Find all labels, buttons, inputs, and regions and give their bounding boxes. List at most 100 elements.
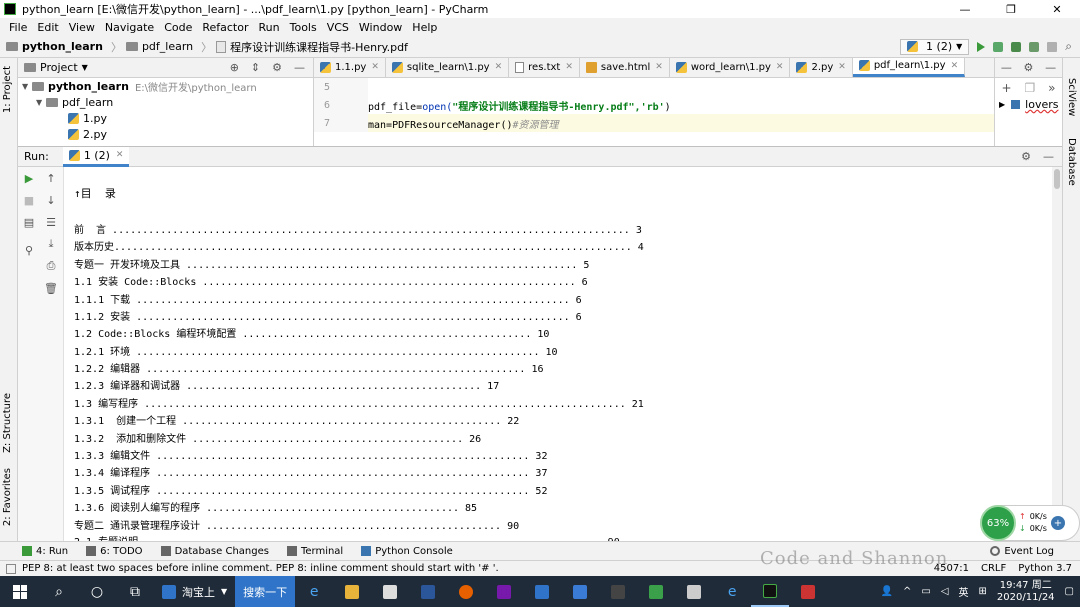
- console-scrollbar[interactable]: [1052, 167, 1062, 542]
- trash-icon[interactable]: 🗑: [44, 281, 58, 295]
- tab-word-learn[interactable]: word_learn\1.py ✕: [670, 58, 791, 77]
- person-icon[interactable]: 👤: [881, 586, 893, 597]
- rerun-icon[interactable]: ▶: [22, 171, 36, 185]
- tree-folder[interactable]: ▼ pdf_learn: [18, 94, 313, 110]
- clover-icon[interactable]: [637, 576, 675, 607]
- tab-favorites[interactable]: 2: Favorites: [2, 468, 13, 526]
- network-icon[interactable]: ▭: [921, 586, 930, 597]
- add-icon[interactable]: +: [1001, 81, 1011, 95]
- sciview-item[interactable]: ▶ lovers: [995, 98, 1062, 111]
- ime-indicator[interactable]: 英: [959, 584, 969, 599]
- cortana-icon[interactable]: ○: [78, 576, 116, 607]
- taskbar-search-button[interactable]: 搜索一下: [235, 576, 296, 607]
- code-area[interactable]: 5 6 pdf_file=open("程序设计训练课程指导书-Henry.pdf…: [314, 78, 994, 132]
- menu-edit[interactable]: Edit: [32, 21, 63, 34]
- stop-icon[interactable]: ■: [22, 193, 36, 207]
- coverage-icon[interactable]: [1011, 41, 1022, 52]
- down-arrow-icon[interactable]: ↓: [44, 193, 58, 207]
- code-line[interactable]: 6 pdf_file=open("程序设计训练课程指导书-Henry.pdf",…: [314, 96, 994, 114]
- minimize-button[interactable]: —: [942, 0, 988, 18]
- tool-todo[interactable]: 6: TODO: [86, 546, 143, 557]
- tree-root[interactable]: ▼ python_learn E:\微信开发\python_learn: [18, 78, 313, 94]
- run-config-select[interactable]: 1 (2) ▼: [900, 38, 970, 55]
- close-icon[interactable]: ✕: [116, 150, 124, 160]
- collapse-icon[interactable]: ⇕: [251, 61, 260, 74]
- close-icon[interactable]: ✕: [655, 62, 663, 72]
- breadcrumb-project[interactable]: python_learn: [6, 40, 103, 53]
- app-icon[interactable]: [561, 576, 599, 607]
- hide-icon[interactable]: —: [1043, 150, 1054, 163]
- console-output[interactable]: ↑目 录 前 言 ...............................…: [74, 167, 1038, 542]
- soft-wrap-icon[interactable]: ☰: [44, 215, 58, 229]
- close-icon[interactable]: ✕: [495, 62, 503, 72]
- edge-icon[interactable]: e: [713, 576, 751, 607]
- tab-sciview[interactable]: SciView: [1066, 78, 1077, 116]
- profile-icon[interactable]: [1029, 41, 1040, 52]
- word-icon[interactable]: [409, 576, 447, 607]
- tab-save-html[interactable]: save.html ✕: [580, 58, 670, 77]
- tool-database-changes[interactable]: Database Changes: [160, 546, 269, 557]
- app-icon[interactable]: [523, 576, 561, 607]
- close-icon[interactable]: ✕: [838, 62, 846, 72]
- store-icon[interactable]: [371, 576, 409, 607]
- breadcrumb-file[interactable]: 程序设计训练课程指导书-Henry.pdf: [216, 39, 408, 55]
- notes-icon[interactable]: [675, 576, 713, 607]
- tab-pdf-learn[interactable]: pdf_learn\1.py ✕: [852, 58, 966, 77]
- line-separator[interactable]: CRLF: [981, 563, 1006, 574]
- system-monitor-widget[interactable]: 63% ↑ ↓ 0K/s 0K/s +: [980, 505, 1080, 541]
- menu-refactor[interactable]: Refactor: [197, 21, 253, 34]
- gear-icon[interactable]: ⚙: [1021, 150, 1031, 163]
- tab-database[interactable]: Database: [1066, 138, 1077, 186]
- run-tab[interactable]: 1 (2) ✕: [62, 146, 130, 167]
- layout-icon[interactable]: ▤: [22, 215, 36, 229]
- breadcrumb-folder[interactable]: pdf_learn: [125, 40, 193, 53]
- menu-help[interactable]: Help: [407, 21, 442, 34]
- tool-run[interactable]: 4: Run: [22, 546, 68, 557]
- code-line[interactable]: 5: [314, 78, 994, 96]
- ime-mode-icon[interactable]: ⊞: [979, 586, 987, 597]
- locate-icon[interactable]: ⊕: [230, 61, 239, 74]
- onenote-icon[interactable]: [485, 576, 523, 607]
- hide-icon[interactable]: —: [294, 61, 305, 74]
- volume-icon[interactable]: ◁: [941, 586, 949, 597]
- firefox-icon[interactable]: [447, 576, 485, 607]
- up-arrow-icon[interactable]: ↑: [44, 171, 58, 185]
- scroll-end-icon[interactable]: ⤓: [44, 237, 58, 251]
- print-icon[interactable]: ⎙: [44, 259, 58, 273]
- copy-icon[interactable]: ❐: [1024, 81, 1035, 95]
- menu-file[interactable]: File: [4, 21, 32, 34]
- search-icon[interactable]: ⌕: [40, 576, 78, 607]
- scroll-thumb[interactable]: [1054, 169, 1060, 189]
- gear-icon[interactable]: ⚙: [272, 61, 282, 74]
- project-panel-title[interactable]: Project: [40, 61, 78, 74]
- taskbar-browser[interactable]: 淘宝上 ▼: [154, 576, 235, 607]
- tool-python-console[interactable]: Python Console: [361, 546, 453, 557]
- maximize-button[interactable]: ❐: [988, 0, 1034, 18]
- menu-navigate[interactable]: Navigate: [100, 21, 159, 34]
- tab-1-1-py[interactable]: 1.1.py ✕: [314, 58, 386, 77]
- notification-icon[interactable]: ▢: [1065, 586, 1074, 597]
- tool-event-log[interactable]: Event Log: [990, 546, 1080, 557]
- chevron-down-icon[interactable]: ▼: [82, 63, 88, 72]
- start-button[interactable]: [0, 576, 40, 607]
- menu-vcs[interactable]: VCS: [322, 21, 354, 34]
- task-view-icon[interactable]: ⧉: [116, 576, 154, 607]
- tool-terminal[interactable]: Terminal: [286, 546, 343, 557]
- tray-chevron-icon[interactable]: ^: [903, 586, 911, 597]
- more-icon[interactable]: »: [1048, 81, 1055, 95]
- menu-window[interactable]: Window: [354, 21, 407, 34]
- debug-icon[interactable]: [993, 41, 1004, 52]
- tree-file[interactable]: 1.py: [18, 110, 313, 126]
- hide-icon[interactable]: —: [1045, 61, 1056, 74]
- tree-file[interactable]: 2.py: [18, 126, 313, 142]
- menu-view[interactable]: View: [64, 21, 100, 34]
- close-button[interactable]: ✕: [1034, 0, 1080, 18]
- app-icon[interactable]: [789, 576, 827, 607]
- run-icon[interactable]: [977, 41, 986, 52]
- menu-run[interactable]: Run: [254, 21, 285, 34]
- close-icon[interactable]: ✕: [371, 62, 379, 72]
- explorer-icon[interactable]: [333, 576, 371, 607]
- tab-sqlite-learn[interactable]: sqlite_learn\1.py ✕: [386, 58, 510, 77]
- close-icon[interactable]: ✕: [565, 62, 573, 72]
- tab-structure[interactable]: Z: Structure: [2, 393, 13, 453]
